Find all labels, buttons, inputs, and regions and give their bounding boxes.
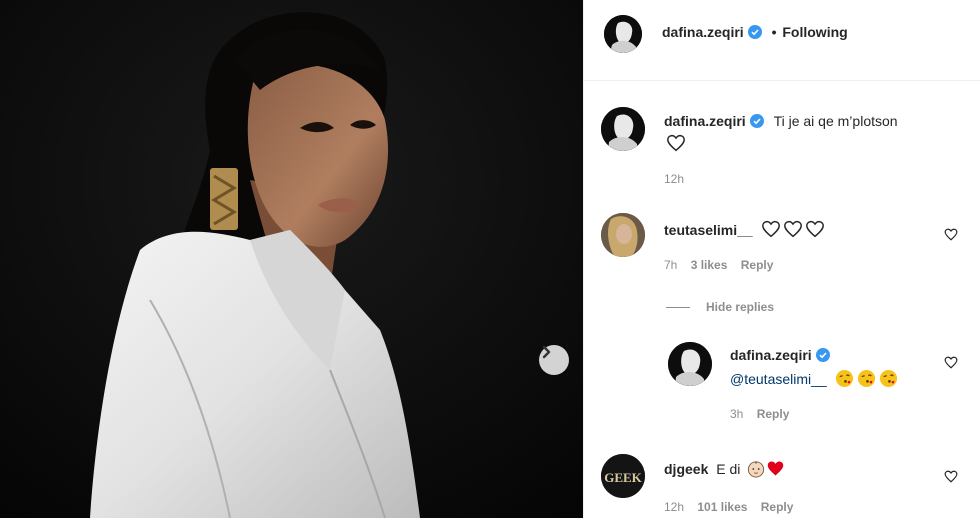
caption-text: Ti je ai qe m’plotson — [773, 113, 898, 129]
comment-line: djgeek E di — [664, 460, 785, 478]
caption-time: 12h — [664, 172, 685, 186]
reply-meta: 3h Reply — [730, 407, 789, 421]
comment-username[interactable]: teutaselimi__ — [664, 222, 753, 238]
comment-time: 7h — [664, 258, 678, 272]
reply-button[interactable]: Reply — [757, 407, 790, 421]
verified-badge-icon — [747, 25, 762, 39]
face-blowing-kiss-emoji-icon — [879, 369, 897, 388]
header-user: dafina.zeqiri • Following — [662, 24, 848, 40]
white-heart-emoji-icon — [761, 220, 780, 238]
verified-badge-icon — [815, 348, 830, 362]
post-header: dafina.zeqiri • Following — [584, 0, 980, 81]
caption-username[interactable]: dafina.zeqiri — [664, 113, 746, 129]
avatar-logo-text: GEEK — [604, 470, 642, 485]
reply-time: 3h — [730, 407, 744, 421]
reply-username[interactable]: dafina.zeqiri — [730, 347, 812, 363]
like-heart-icon[interactable] — [944, 470, 958, 483]
white-heart-emoji-icon — [667, 134, 685, 152]
comment-meta: 12h 101 likes Reply — [664, 500, 793, 514]
header-separator: • — [771, 24, 777, 40]
hide-replies-label: Hide replies — [706, 300, 775, 314]
avatar-image — [601, 213, 645, 257]
reply-text-line: @teutaselimi__ — [730, 369, 898, 388]
avatar-image — [668, 342, 712, 386]
white-heart-emoji-icon — [783, 220, 802, 238]
like-heart-icon[interactable] — [944, 228, 958, 241]
post-photo — [0, 0, 583, 518]
reply-avatar[interactable] — [668, 342, 712, 386]
avatar-image — [601, 107, 645, 151]
comment-hearts — [761, 220, 825, 238]
header-username[interactable]: dafina.zeqiri — [662, 24, 744, 40]
hide-replies-button[interactable]: Hide replies — [666, 298, 774, 314]
red-heart-emoji-icon — [768, 461, 784, 476]
hide-replies-line — [666, 306, 690, 308]
mention-link[interactable]: @teutaselimi__ — [730, 371, 827, 387]
avatar-image: GEEK — [601, 454, 645, 498]
comment-avatar[interactable]: GEEK — [601, 454, 645, 498]
comment-avatar[interactable] — [601, 213, 645, 257]
next-photo-button[interactable] — [539, 345, 569, 375]
comment-text: E di — [716, 461, 741, 477]
comment-likes[interactable]: 3 likes — [691, 258, 728, 272]
following-button[interactable]: Following — [782, 24, 847, 40]
comment-username[interactable]: djgeek — [664, 461, 708, 477]
avatar[interactable] — [604, 15, 642, 53]
caption-avatar[interactable] — [601, 107, 645, 151]
reply-button[interactable]: Reply — [741, 258, 774, 272]
post-image — [0, 0, 583, 518]
reply-button[interactable]: Reply — [761, 500, 794, 514]
comment-meta: 7h 3 likes Reply — [664, 258, 773, 272]
face-blowing-kiss-emoji-icon — [835, 369, 853, 388]
reply-emojis — [835, 369, 898, 388]
caption-line: dafina.zeqiri Ti je ai qe m’plotson — [664, 113, 898, 129]
baby-emoji-icon — [748, 461, 765, 478]
like-heart-icon[interactable] — [944, 356, 958, 369]
white-heart-emoji-icon — [805, 220, 824, 238]
chevron-right-icon — [542, 345, 551, 359]
comment-likes[interactable]: 101 likes — [697, 500, 747, 514]
comment-line: teutaselimi__ — [664, 220, 825, 238]
comment-time: 12h — [664, 500, 685, 514]
reply-user-line: dafina.zeqiri — [730, 347, 830, 363]
face-blowing-kiss-emoji-icon — [857, 369, 875, 388]
verified-badge-icon — [749, 114, 764, 128]
avatar-image — [604, 15, 642, 53]
post-side-panel: dafina.zeqiri • Following dafina.zeqiri … — [583, 0, 980, 518]
